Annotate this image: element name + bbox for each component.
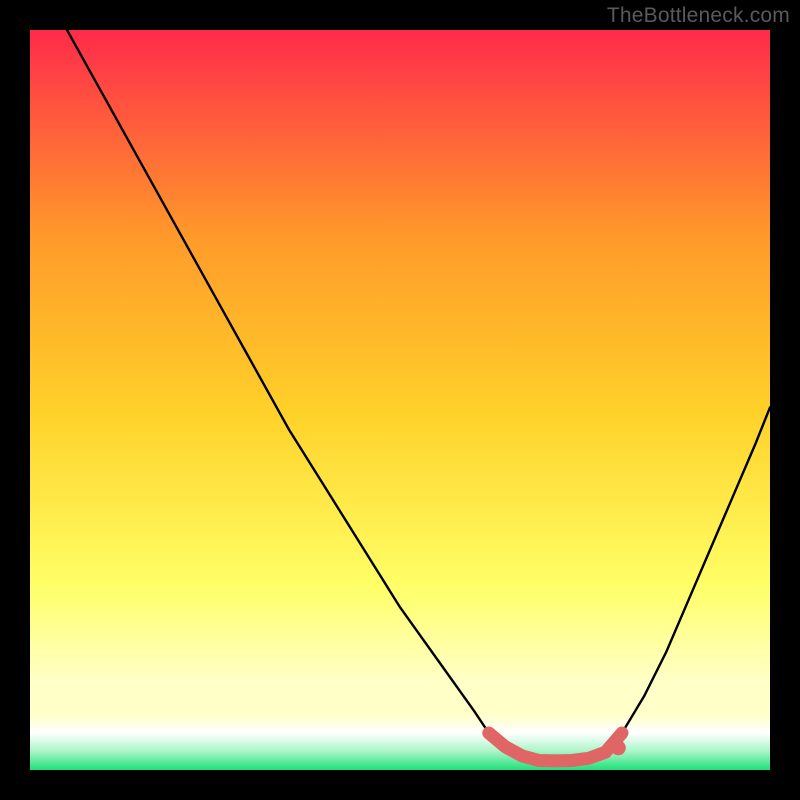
plot-area [30,30,770,770]
bottleneck-chart [30,30,770,770]
watermark-text: TheBottleneck.com [607,4,790,28]
chart-frame: TheBottleneck.com [0,0,800,800]
gradient-background [30,30,770,770]
marker-dot [611,740,626,755]
